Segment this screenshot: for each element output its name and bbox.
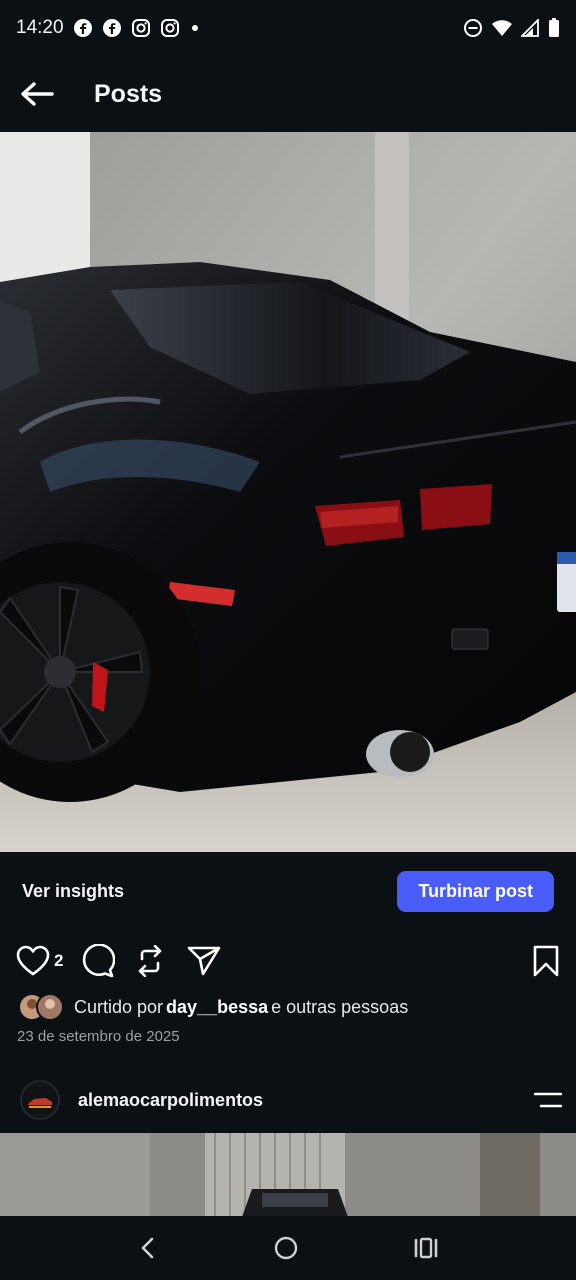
next-post-photo[interactable] bbox=[0, 1133, 576, 1217]
status-left: 14:20 bbox=[16, 17, 201, 39]
back-nav-icon[interactable] bbox=[137, 1236, 159, 1260]
heart-icon[interactable] bbox=[16, 945, 50, 977]
comment-icon[interactable] bbox=[81, 944, 116, 978]
post-date: 23 de setembro de 2025 bbox=[17, 1028, 180, 1045]
view-insights-link[interactable]: Ver insights bbox=[22, 881, 124, 902]
liked-username[interactable]: day__bessa bbox=[166, 997, 268, 1018]
recents-nav-icon[interactable] bbox=[413, 1236, 439, 1260]
arrow-left-icon[interactable] bbox=[20, 81, 54, 107]
clock: 14:20 bbox=[16, 17, 64, 38]
menu-icon[interactable] bbox=[534, 1091, 562, 1109]
wifi-icon bbox=[492, 20, 512, 36]
home-nav-icon[interactable] bbox=[273, 1235, 299, 1261]
facebook-icon bbox=[73, 19, 92, 37]
status-right bbox=[463, 18, 560, 38]
post-photo[interactable] bbox=[0, 132, 576, 852]
facebook-icon bbox=[102, 19, 121, 37]
dot-icon bbox=[191, 25, 198, 31]
status-bar: 14:20 bbox=[0, 0, 576, 56]
like-count: 2 bbox=[54, 951, 64, 970]
liker-avatars bbox=[18, 993, 66, 1021]
share-icon[interactable] bbox=[187, 945, 221, 977]
battery-icon bbox=[549, 18, 559, 37]
do-not-disturb-icon bbox=[464, 19, 482, 37]
next-photo-illustration bbox=[0, 1133, 576, 1217]
system-nav-bar bbox=[0, 1216, 576, 1280]
insights-row: Ver insights Turbinar post bbox=[0, 852, 576, 930]
car-photo-illustration bbox=[0, 132, 576, 852]
bookmark-icon[interactable] bbox=[532, 945, 560, 977]
next-post-header: alemaocarpolimentos bbox=[0, 1076, 576, 1124]
app-bar: Posts bbox=[0, 56, 576, 132]
instagram-icon bbox=[160, 19, 179, 37]
repost-icon[interactable] bbox=[135, 945, 165, 977]
next-post-username[interactable]: alemaocarpolimentos bbox=[78, 1090, 534, 1111]
avatar bbox=[18, 993, 64, 1021]
liked-suffix: e outras pessoas bbox=[271, 996, 409, 1017]
liked-by[interactable]: Curtido por day__bessa e outras pessoas bbox=[18, 990, 408, 1024]
boost-post-button[interactable]: Turbinar post bbox=[397, 870, 554, 912]
instagram-icon bbox=[131, 19, 150, 37]
signal-icon bbox=[521, 19, 539, 37]
liked-prefix: Curtido por bbox=[74, 996, 164, 1017]
post-actions: 2 bbox=[0, 938, 576, 984]
page-title: Posts bbox=[94, 79, 163, 108]
avatar[interactable] bbox=[20, 1080, 60, 1120]
